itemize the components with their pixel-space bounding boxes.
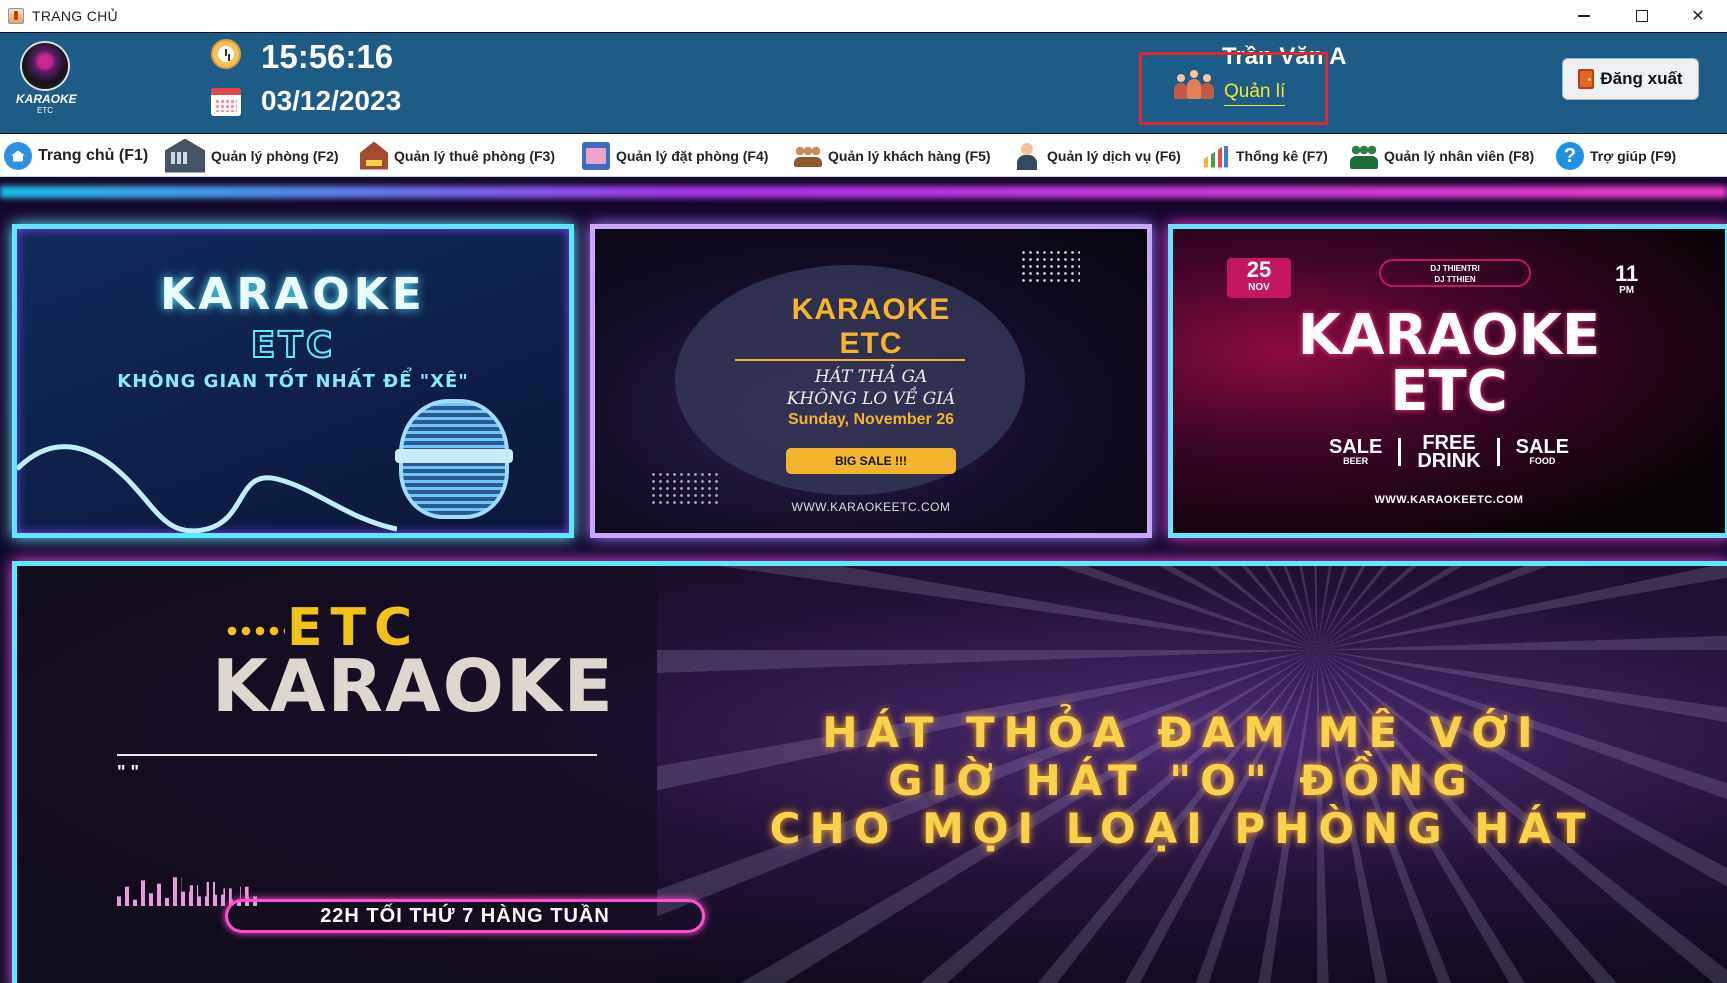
promo-slogan-line-3: CHO MỌI LOẠI PHÒNG HÁT bbox=[769, 804, 1595, 853]
banner-divider bbox=[735, 359, 965, 361]
maximize-icon bbox=[1636, 10, 1648, 22]
nav-services[interactable]: Quản lý dịch vụ (F6) bbox=[1013, 134, 1181, 177]
banner-website: WWW.KARAOKEETC.COM bbox=[791, 500, 951, 514]
promo-slogan-line-1: HÁT THỎA ĐAM MÊ VỚI bbox=[822, 708, 1542, 757]
logo-subtext: ETC bbox=[37, 106, 53, 115]
main-navigation: Trang chủ (F1) Quản lý phòng (F2) Quản l… bbox=[0, 134, 1727, 177]
banner-karaoke-etc: KARAOKE ETC KHÔNG GIAN TỐT NHẤT ĐỂ "XÊ" bbox=[12, 224, 574, 538]
banner-line-2: KHÔNG LO VỀ GIÁ bbox=[786, 389, 956, 409]
nav-room-management[interactable]: Quản lý phòng (F2) bbox=[165, 134, 339, 177]
banner-title: KARAOKE ETC bbox=[791, 293, 951, 360]
banner-offers: SALE BEER FREE DRINK SALE FOOD bbox=[1328, 432, 1570, 472]
banner-event-date: Sunday, November 26 bbox=[788, 411, 954, 428]
close-button[interactable]: ✕ bbox=[1669, 0, 1727, 32]
minimize-icon bbox=[1578, 15, 1590, 17]
banner-title: KARAOKE bbox=[160, 269, 426, 320]
promo-divider bbox=[117, 754, 597, 756]
nav-label: Quản lý thuê phòng (F3) bbox=[394, 147, 555, 164]
nav-label: Thống kê (F7) bbox=[1236, 147, 1328, 164]
logout-door-icon bbox=[1578, 69, 1595, 89]
manager-group-icon bbox=[1174, 70, 1214, 99]
close-icon: ✕ bbox=[1691, 8, 1705, 25]
staff-icon bbox=[1350, 142, 1378, 170]
window-title-bar: TRANG CHỦ ✕ bbox=[0, 0, 1727, 32]
home-icon bbox=[4, 141, 32, 170]
waiter-icon bbox=[1013, 142, 1041, 170]
app-header: KARAOKE ETC 15:56:16 03/12/2023 Trần Văn… bbox=[0, 33, 1727, 133]
banner-dj-night: 25 NOV DJ THIENTRI DJ TTHIEN 11 PM KARAO… bbox=[1168, 224, 1727, 538]
nav-label: Trợ giúp (F9) bbox=[1590, 147, 1677, 164]
logout-label: Đăng xuất bbox=[1600, 69, 1683, 88]
banner-big-sale: KARAOKE ETC HÁT THẢ GA KHÔNG LO VỀ GIÁ S… bbox=[590, 224, 1152, 538]
nav-booking[interactable]: Quản lý đặt phòng (F4) bbox=[582, 134, 768, 177]
microphone-icon bbox=[377, 389, 527, 533]
dj-names-badge: DJ THIENTRI DJ TTHIEN bbox=[1379, 259, 1531, 287]
event-time-badge: 11 PM bbox=[1615, 261, 1639, 297]
dot-pattern-decoration bbox=[1020, 249, 1080, 285]
nav-room-rental[interactable]: Quản lý thuê phòng (F3) bbox=[360, 134, 555, 177]
nav-label: Quản lý khách hàng (F5) bbox=[828, 147, 991, 164]
banner-subtitle: ETC bbox=[1390, 359, 1508, 424]
nav-staff[interactable]: Quản lý nhân viên (F8) bbox=[1350, 134, 1534, 177]
hotel-icon bbox=[360, 141, 388, 170]
current-date: 03/12/2023 bbox=[261, 85, 402, 116]
event-date-badge: 25 NOV bbox=[1227, 258, 1291, 298]
calendar-icon bbox=[211, 88, 241, 116]
home-content: KARAOKE ETC KHÔNG GIAN TỐT NHẤT ĐỂ "XÊ" … bbox=[0, 178, 1727, 983]
bar-chart-icon bbox=[1202, 142, 1230, 170]
promo-slogan-line-2: GIỜ HÁT "O" ĐỒNG bbox=[888, 756, 1476, 805]
nav-statistics[interactable]: Thống kê (F7) bbox=[1202, 134, 1328, 177]
banner-line-1: HÁT THẢ GA bbox=[814, 367, 928, 387]
karaoke-logo: KARAOKE ETC bbox=[16, 43, 77, 123]
nav-label: Quản lý đặt phòng (F4) bbox=[616, 147, 769, 164]
minimize-button[interactable] bbox=[1555, 0, 1613, 32]
nav-label: Quản lý nhân viên (F8) bbox=[1384, 147, 1535, 164]
window-title: TRANG CHỦ bbox=[32, 8, 118, 24]
promo-schedule-pill: 22H TỐI THỨ 7 HÀNG TUẦN bbox=[225, 899, 705, 933]
nav-label: Quản lý phòng (F2) bbox=[211, 147, 339, 164]
dot-decoration bbox=[225, 624, 285, 638]
customers-icon bbox=[794, 142, 822, 170]
maximize-button[interactable] bbox=[1613, 0, 1671, 32]
promo-quote: " " bbox=[117, 762, 140, 782]
logo-text: KARAOKE bbox=[16, 92, 77, 106]
logout-button[interactable]: Đăng xuất bbox=[1562, 58, 1699, 100]
help-icon: ? bbox=[1556, 141, 1584, 170]
banner-website: WWW.KARAOKEETC.COM bbox=[1374, 494, 1524, 506]
nav-customers[interactable]: Quản lý khách hàng (F5) bbox=[794, 134, 991, 177]
java-app-icon bbox=[8, 8, 24, 24]
promo-karaoke-title: KARAOKE bbox=[212, 644, 615, 728]
nav-label: Trang chủ (F1) bbox=[38, 146, 149, 164]
booking-icon bbox=[582, 141, 610, 170]
user-role-link[interactable]: Quản lí bbox=[1224, 81, 1286, 106]
banner-main-promo: ETC KARAOKE " " 22H TỐI THỨ 7 HÀNG TUẦN … bbox=[12, 561, 1727, 983]
big-sale-badge: BIG SALE !!! bbox=[786, 448, 956, 474]
logo-disc-icon bbox=[22, 43, 68, 89]
nav-help[interactable]: ? Trợ giúp (F9) bbox=[1556, 134, 1676, 177]
neon-wave-decoration bbox=[17, 444, 397, 533]
clock-icon bbox=[211, 39, 241, 69]
current-time: 15:56:16 bbox=[261, 38, 394, 75]
nav-home[interactable]: Trang chủ (F1) bbox=[4, 134, 148, 177]
banner-subtitle: ETC bbox=[250, 324, 336, 367]
nav-label: Quản lý dịch vụ (F6) bbox=[1047, 147, 1181, 164]
building-icon bbox=[165, 138, 205, 173]
